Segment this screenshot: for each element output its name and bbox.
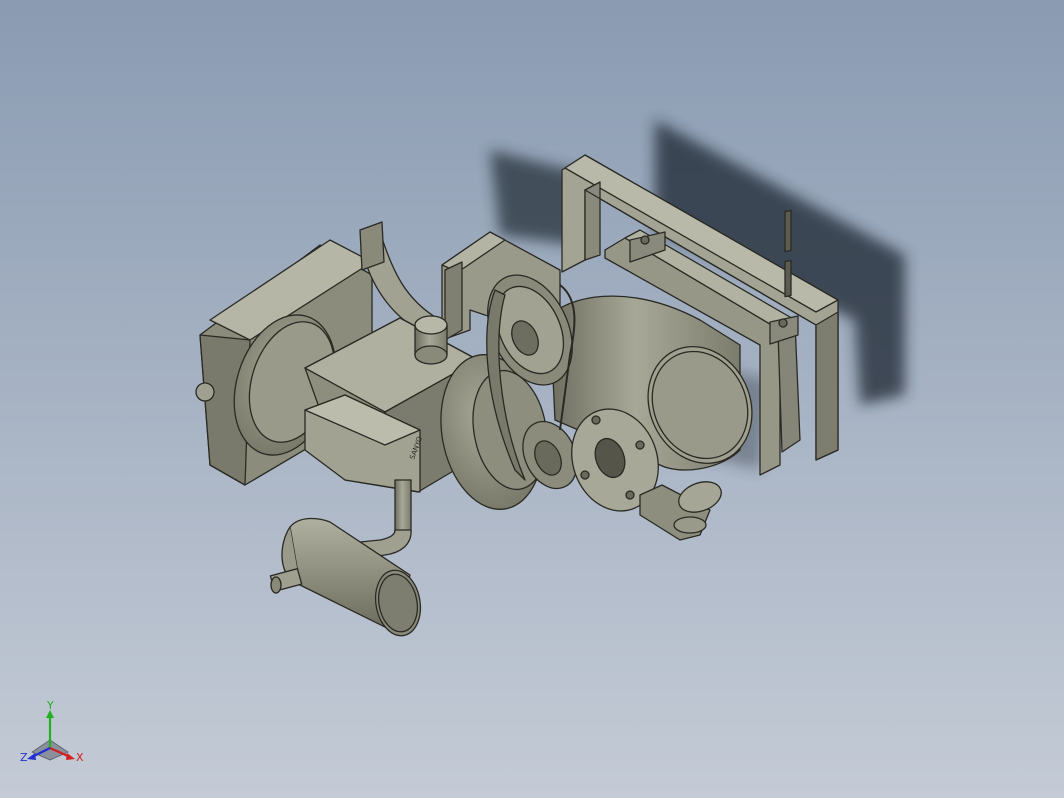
model-viewport[interactable]: SANYO bbox=[0, 0, 1064, 798]
z-axis-label: Z bbox=[20, 751, 28, 764]
x-axis-arrow-icon bbox=[66, 753, 75, 760]
top-nozzle[interactable] bbox=[414, 315, 448, 365]
z-axis-arrow-icon bbox=[27, 753, 36, 760]
x-axis-label: X bbox=[76, 751, 84, 764]
upper-tab bbox=[359, 221, 385, 271]
coordinate-triad[interactable]: Y X Z bbox=[20, 700, 90, 775]
y-axis-label: Y bbox=[46, 700, 54, 712]
